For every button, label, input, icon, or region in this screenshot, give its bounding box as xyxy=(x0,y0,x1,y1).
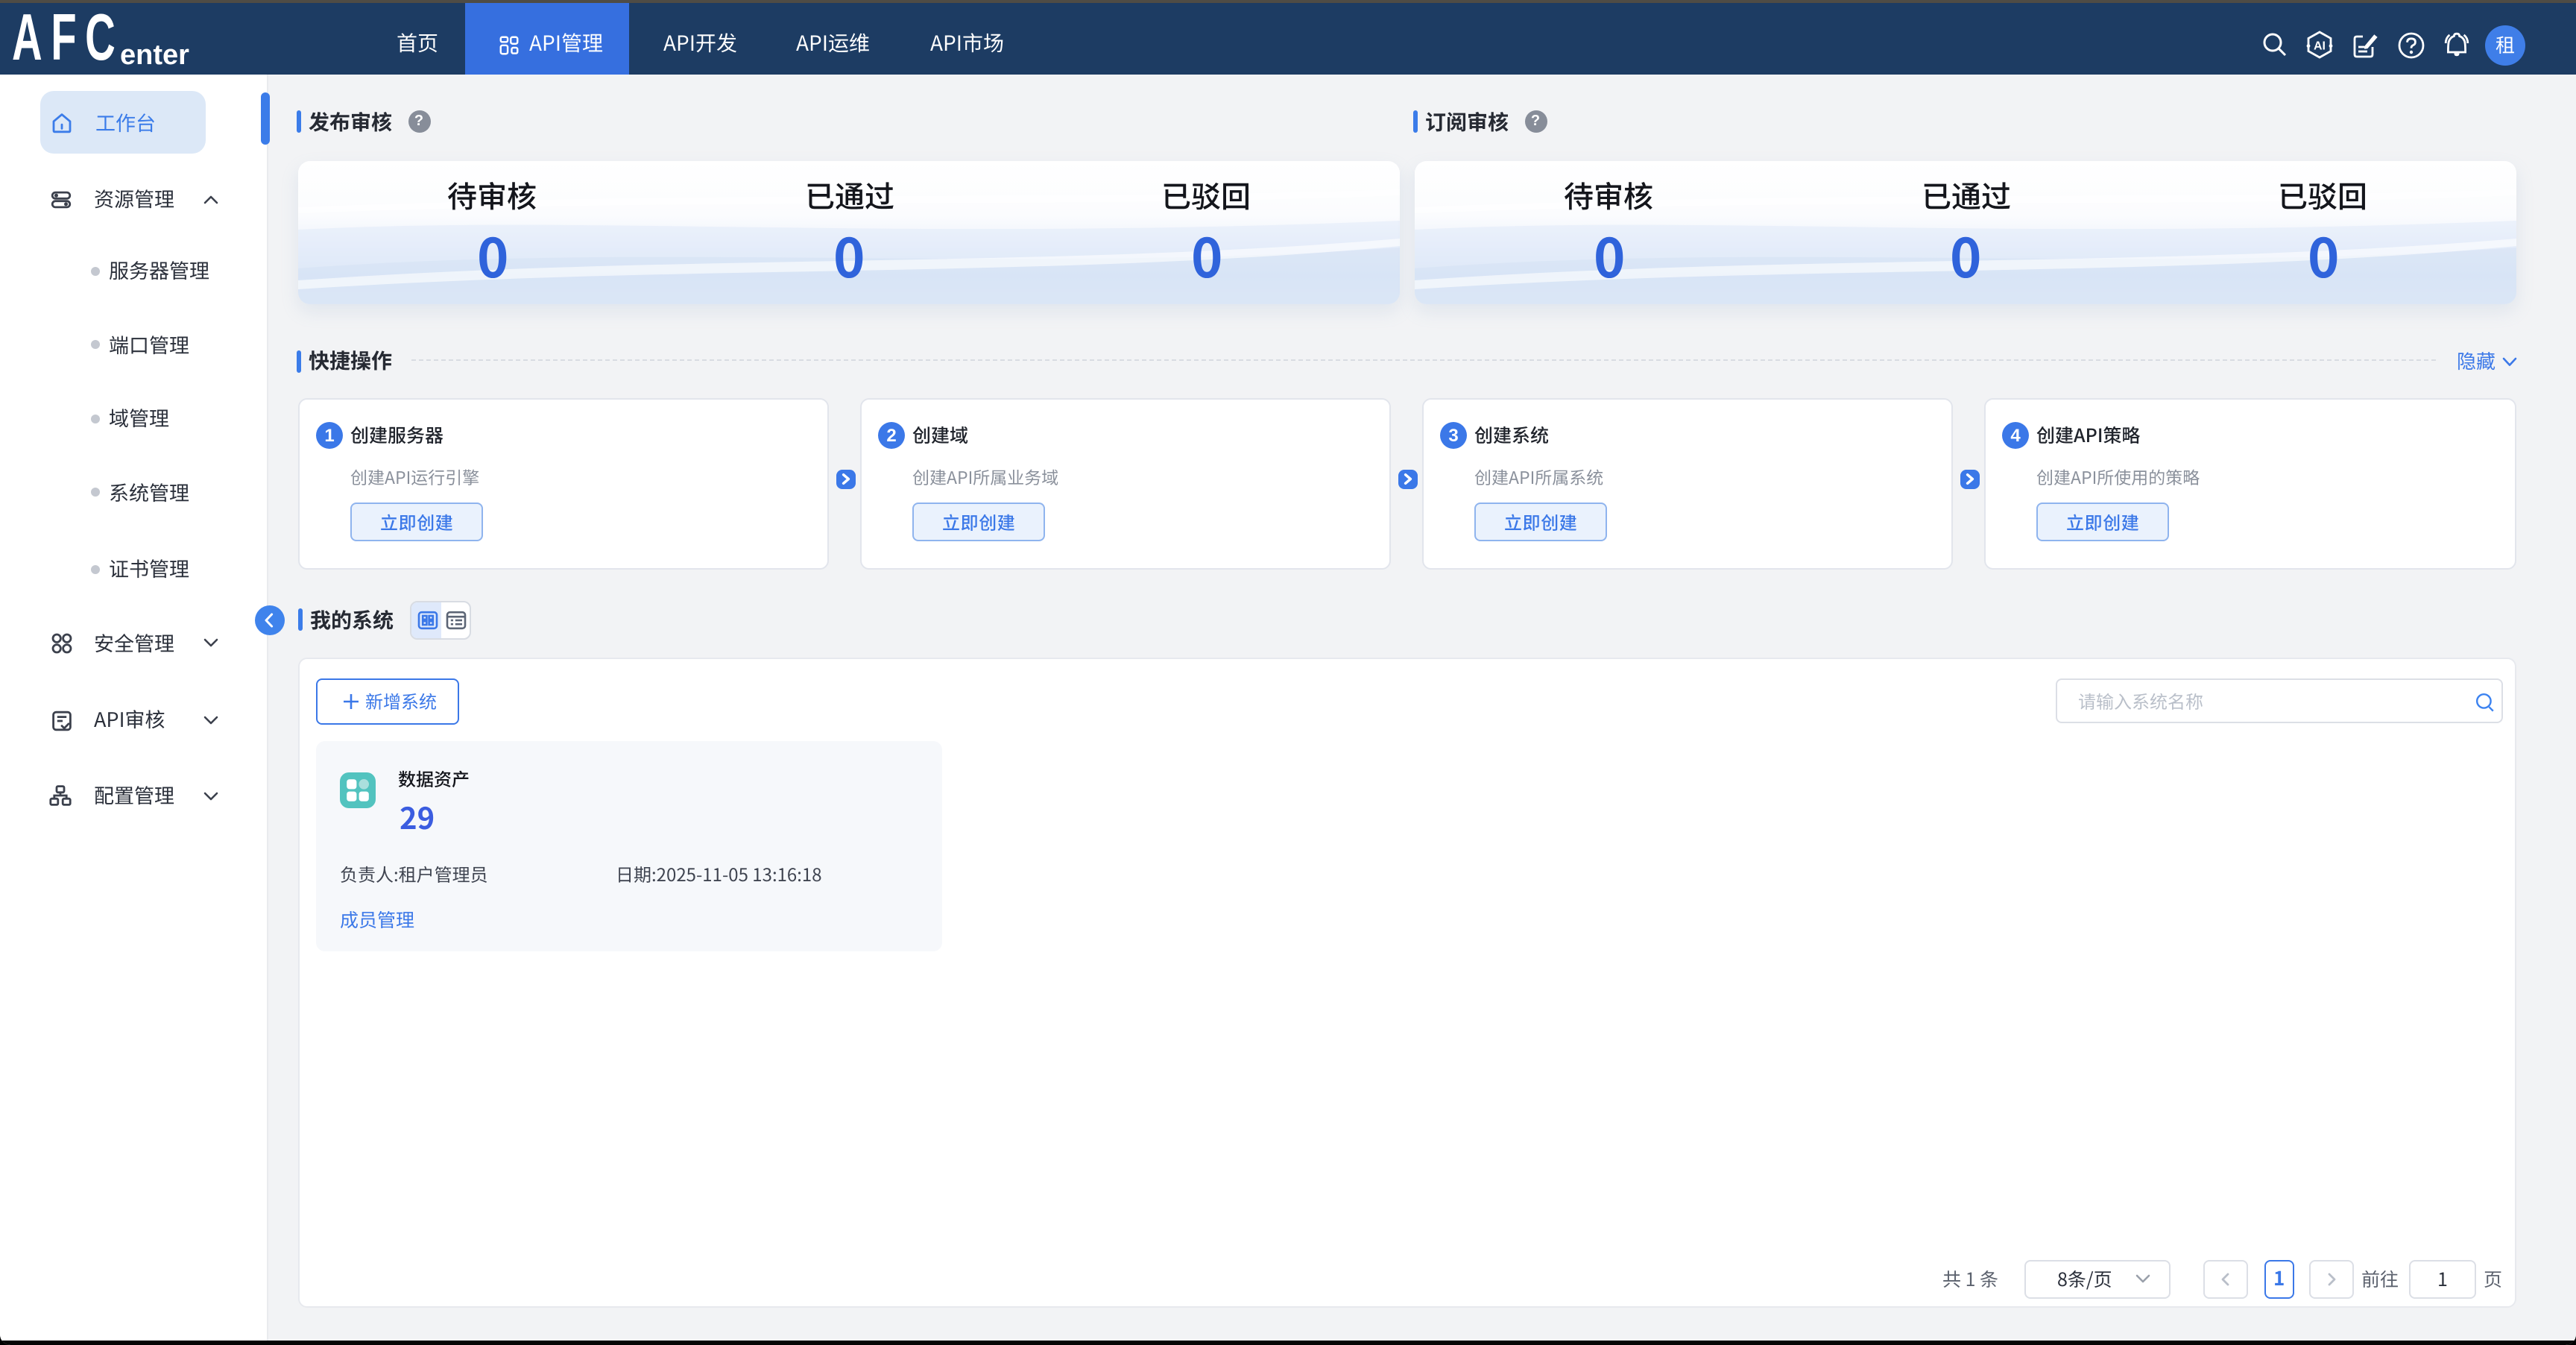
svg-text:AI: AI xyxy=(2314,40,2326,52)
